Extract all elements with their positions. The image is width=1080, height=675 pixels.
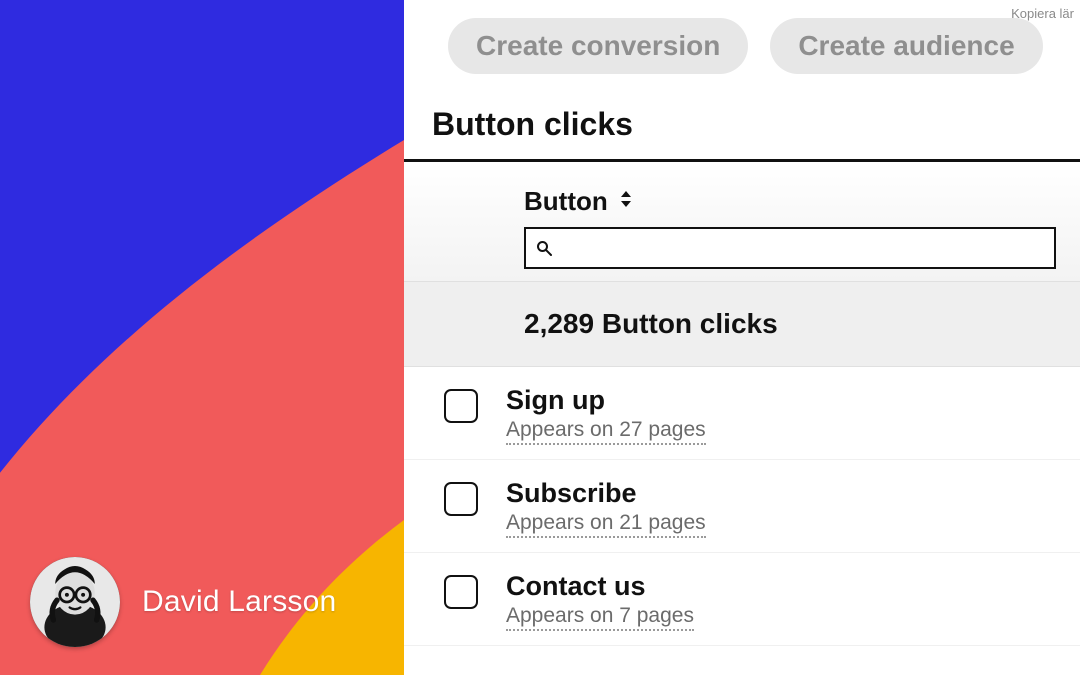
create-audience-button[interactable]: Create audience: [770, 18, 1042, 74]
list-item: Contact us Appears on 7 pages: [404, 553, 1080, 646]
checkbox[interactable]: [444, 575, 478, 609]
search-input[interactable]: [558, 238, 1044, 259]
search-box[interactable]: [524, 227, 1056, 269]
item-subtitle[interactable]: Appears on 21 pages: [506, 511, 706, 538]
kopiera-hint: Kopiera lär: [1011, 6, 1074, 21]
search-icon: [536, 240, 552, 256]
sort-icon: [618, 190, 634, 213]
author-overlay: David Larsson: [30, 557, 336, 647]
list-item: Subscribe Appears on 21 pages: [404, 460, 1080, 553]
section-header: Button clicks: [404, 96, 1080, 162]
checkbox[interactable]: [444, 389, 478, 423]
item-subtitle[interactable]: Appears on 27 pages: [506, 418, 706, 445]
create-conversion-button[interactable]: Create conversion: [448, 18, 748, 74]
app-panel: Kopiera lär Create conversion Create aud…: [404, 0, 1080, 675]
avatar: [30, 557, 120, 647]
item-title: Subscribe: [506, 478, 706, 509]
count-block: 2,289 Button clicks: [404, 281, 1080, 367]
item-title: Sign up: [506, 385, 706, 416]
count-label: 2,289 Button clicks: [524, 308, 1080, 340]
checkbox[interactable]: [444, 482, 478, 516]
pill-bar: Create conversion Create audience: [404, 0, 1080, 96]
section-title: Button clicks: [432, 106, 1080, 143]
item-subtitle[interactable]: Appears on 7 pages: [506, 604, 694, 631]
item-title: Contact us: [506, 571, 694, 602]
author-name: David Larsson: [142, 585, 336, 619]
list-item: Sign up Appears on 27 pages: [404, 367, 1080, 460]
filter-block: Button: [404, 162, 1080, 281]
dropdown-label: Button: [524, 186, 608, 217]
button-dropdown[interactable]: Button: [524, 186, 1054, 217]
button-list: Sign up Appears on 27 pages Subscribe Ap…: [404, 367, 1080, 646]
